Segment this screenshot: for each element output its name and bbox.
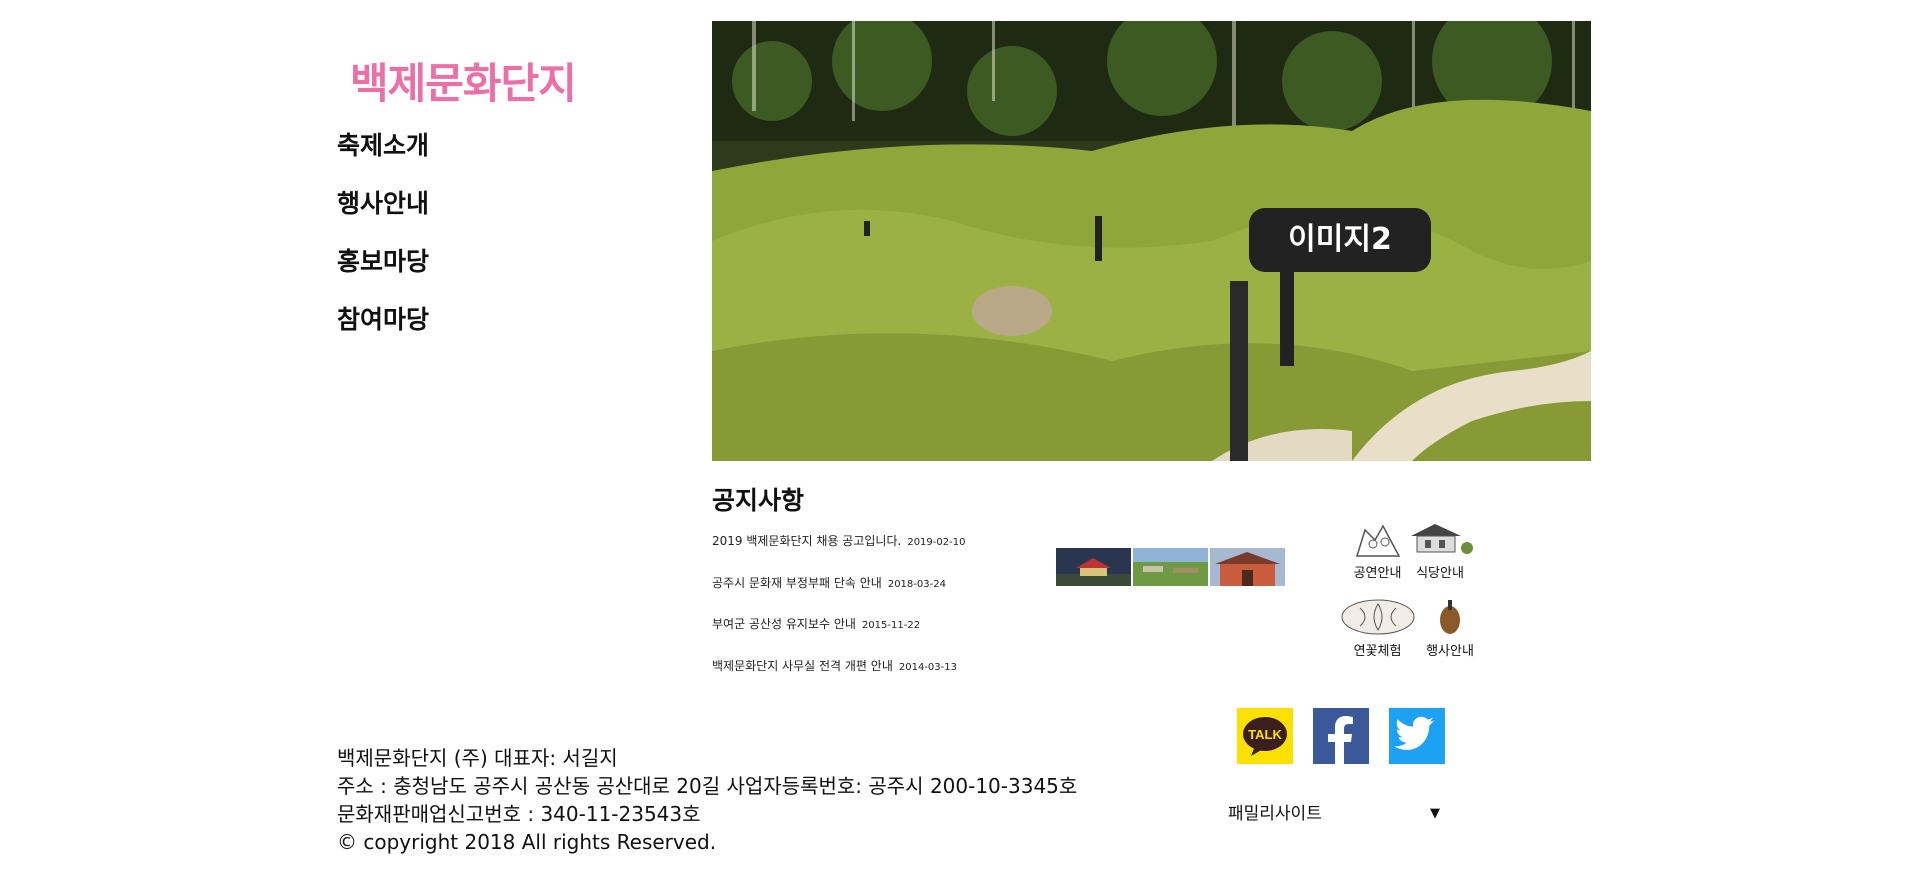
notice-item-text: 백제문화단지 사무실 전격 개편 안내 xyxy=(712,658,893,673)
event-icon xyxy=(1440,600,1460,634)
footer-license-line: 문화재판매업신고번호 : 340-11-23543호 xyxy=(337,802,701,826)
quick-link-label: 공연안내 xyxy=(1353,566,1402,581)
kakaotalk-button[interactable]: TALK xyxy=(1237,708,1293,764)
notice-item-text: 공주시 문화재 부정부패 단속 안내 xyxy=(712,575,882,590)
lotus-icon xyxy=(1341,599,1415,635)
family-site-select[interactable]: 패밀리사이트 ▼ xyxy=(1228,800,1444,828)
notice-item-text: 부여군 공산성 유지보수 안내 xyxy=(712,617,856,631)
facebook-button[interactable] xyxy=(1313,708,1369,764)
notice-item-date: 2014-03-13 xyxy=(898,661,957,673)
family-site-selected: 패밀리사이트 xyxy=(1228,804,1322,824)
quick-link-lotus[interactable]: 연꽃체험 xyxy=(1340,598,1415,659)
nav-item-festival-intro[interactable]: 축제소개 xyxy=(337,128,429,186)
notice-item[interactable]: 2019 백제문화단지 채용 공고입니다. 2019-02-10 xyxy=(712,532,965,574)
nav-item-event-guide[interactable]: 행사안내 xyxy=(337,186,429,244)
notice-item-date: 2018-03-24 xyxy=(887,578,946,590)
twitter-button[interactable] xyxy=(1389,708,1445,764)
notice-item-date: 2015-11-22 xyxy=(861,620,921,631)
site-logo[interactable]: 백제문화단지 xyxy=(350,50,577,111)
footer-company-info: 백제문화단지 (주) 대표자: 서길지 주소 : 충청남도 공주시 공산동 공산… xyxy=(337,744,1077,856)
twitter-icon xyxy=(1389,708,1445,764)
thumbnail-temple-gate[interactable] xyxy=(1210,548,1285,586)
footer-company-line: 백제문화단지 (주) 대표자: 서길지 xyxy=(337,746,618,770)
main-nav: 축제소개 행사안내 홍보마당 참여마당 xyxy=(337,128,429,360)
quick-link-label: 식당안내 xyxy=(1416,566,1464,581)
thumbnail-garden-aerial[interactable] xyxy=(1133,548,1208,586)
quick-link-performance[interactable]: 공연안내 xyxy=(1350,520,1405,581)
quick-link-restaurant[interactable]: 식당안내 xyxy=(1405,520,1475,581)
performance-icon xyxy=(1355,524,1400,557)
quick-link-label: 행사안내 xyxy=(1426,644,1474,659)
photo-thumbnails xyxy=(1056,548,1285,586)
kakaotalk-icon: TALK xyxy=(1237,708,1293,764)
thumbnail-palace-night[interactable] xyxy=(1056,548,1131,586)
hero-image xyxy=(712,21,1591,461)
chevron-down-icon: ▼ xyxy=(1430,806,1440,821)
quick-link-events[interactable]: 행사안내 xyxy=(1420,598,1480,659)
footer-copyright: © copyright 2018 All rights Reserved. xyxy=(337,830,717,854)
nav-item-participation[interactable]: 참여마당 xyxy=(337,302,429,360)
notice-item[interactable]: 부여군 공산성 유지보수 안내 2015-11-22 xyxy=(712,615,965,657)
hero-slide-label: 이미지2 xyxy=(1249,208,1431,272)
hero-slide: 이미지2 xyxy=(712,21,1591,461)
kakaotalk-icon-text: TALK xyxy=(1248,727,1282,742)
notice-item[interactable]: 공주시 문화재 부정부패 단속 안내 2018-03-24 xyxy=(712,574,965,616)
notice-item[interactable]: 백제문화단지 사무실 전격 개편 안내 2014-03-13 xyxy=(712,657,965,699)
notice-item-date: 2019-02-10 xyxy=(907,537,966,548)
notice-list: 2019 백제문화단지 채용 공고입니다. 2019-02-10 공주시 문화재 … xyxy=(712,532,965,698)
notice-item-text: 2019 백제문화단지 채용 공고입니다. xyxy=(712,534,902,548)
restaurant-icon xyxy=(1411,524,1473,554)
footer-address-line: 주소 : 충청남도 공주시 공산동 공산대로 20길 사업자등록번호: 공주시 … xyxy=(337,774,1078,798)
notice-title: 공지사항 xyxy=(712,486,805,515)
nav-item-promotion[interactable]: 홍보마당 xyxy=(337,244,429,302)
facebook-icon xyxy=(1313,708,1369,764)
quick-link-label: 연꽃체험 xyxy=(1353,644,1402,659)
